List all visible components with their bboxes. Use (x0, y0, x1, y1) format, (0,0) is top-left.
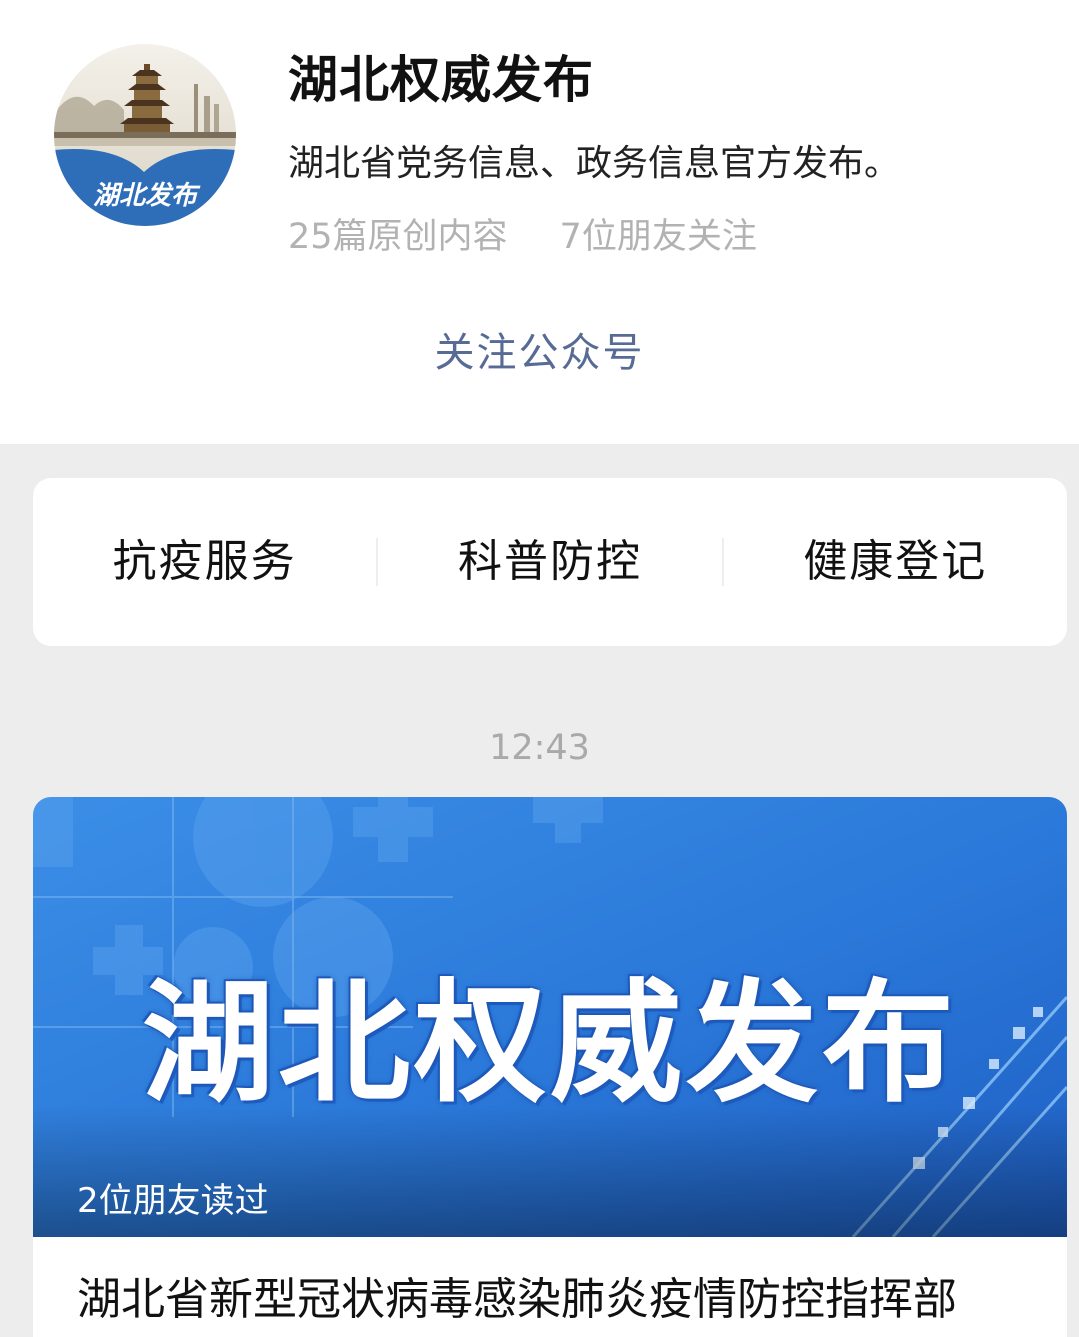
account-stats: 25篇原创内容 7位朋友关注 (288, 208, 757, 259)
account-name: 湖北权威发布 (288, 51, 594, 109)
message-timestamp: 12:43 (489, 728, 590, 768)
account-description: 湖北省党务信息、政务信息官方发布。 (288, 143, 901, 184)
menu-item-anti-epidemic-services[interactable]: 抗疫服务 (33, 478, 376, 646)
original-count[interactable]: 25篇原创内容 (288, 217, 508, 257)
follow-button[interactable]: 关注公众号 (0, 320, 1079, 378)
service-menu: 抗疫服务 科普防控 健康登记 (33, 478, 1067, 646)
friends-following[interactable]: 7位朋友关注 (560, 217, 757, 257)
article-cover[interactable]: 湖北权威发布 2位朋友读过 (33, 797, 1067, 1237)
cover-title: 湖北权威发布 (142, 967, 958, 1121)
menu-item-health-registration[interactable]: 健康登记 (724, 478, 1067, 646)
article-title[interactable]: 湖北省新型冠状病毒感染肺炎疫情防控指挥部 (77, 1263, 957, 1327)
friends-read-label: 2位朋友读过 (77, 1181, 269, 1221)
article-card[interactable]: 湖北权威发布 2位朋友读过 湖北省新型冠状病毒感染肺炎疫情防控指挥部 (33, 797, 1067, 1337)
menu-item-science-prevention[interactable]: 科普防控 (378, 478, 721, 646)
avatar-logo-text: 湖北发布 (93, 180, 201, 210)
account-avatar[interactable]: 湖北发布 (54, 44, 236, 226)
avatar-image: 湖北发布 (54, 44, 236, 226)
account-header: 湖北发布 湖北权威发布 湖北省党务信息、政务信息官方发布。 25篇原创内容 7位朋… (0, 0, 1079, 444)
